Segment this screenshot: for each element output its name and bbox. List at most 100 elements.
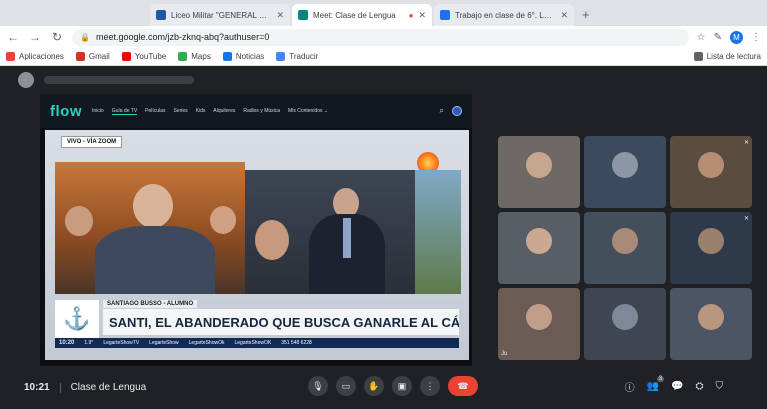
info-button[interactable]: ⓘ bbox=[625, 379, 635, 394]
menu-icon[interactable]: ⋮ bbox=[751, 32, 761, 43]
news-icon bbox=[222, 52, 232, 61]
meeting-clock: 10:21 bbox=[24, 382, 50, 393]
forward-icon[interactable]: → bbox=[28, 30, 42, 44]
bookmark-youtube[interactable]: YouTube bbox=[121, 52, 167, 61]
browser-toolbar: ← → ↻ 🔒 meet.google.com/jzb-zknq-abq?aut… bbox=[0, 26, 767, 48]
bookmark-label: Maps bbox=[191, 52, 211, 61]
presenter-avatar bbox=[18, 72, 34, 88]
address-bar[interactable]: 🔒 meet.google.com/jzb-zknq-abq?authuser=… bbox=[72, 28, 689, 46]
participant-tile[interactable] bbox=[498, 212, 580, 284]
tab-trabajo[interactable]: Trabajo en clase de 6°. LENGU ✕ bbox=[434, 4, 574, 26]
participant-tile[interactable]: Ju bbox=[498, 288, 580, 360]
participant-tile[interactable] bbox=[498, 136, 580, 208]
bookmark-maps[interactable]: Maps bbox=[178, 52, 211, 61]
mic-off-icon: ✕ bbox=[743, 216, 749, 222]
participant-grid: ✕ ✕ Ju bbox=[498, 136, 756, 360]
person-left-head bbox=[65, 206, 93, 236]
activities-button[interactable]: ⛭ bbox=[696, 381, 704, 392]
participant-tile[interactable] bbox=[584, 212, 666, 284]
more-icon: ⋮ bbox=[425, 380, 435, 391]
participant-tile[interactable]: ✕ bbox=[670, 136, 752, 208]
student-head bbox=[133, 184, 173, 228]
bookmark-aplicaciones[interactable]: Aplicaciones bbox=[6, 52, 64, 61]
present-button[interactable]: ▣ bbox=[392, 376, 412, 396]
present-icon: ▣ bbox=[397, 380, 407, 391]
flow-nav-item[interactable]: Guía de TV bbox=[111, 108, 138, 115]
star-icon[interactable]: ☆ bbox=[697, 32, 706, 43]
bookmark-label: Noticias bbox=[235, 52, 265, 61]
close-tab-icon[interactable]: ✕ bbox=[276, 10, 284, 21]
camera-icon: ▭ bbox=[341, 380, 351, 391]
tab-liceo[interactable]: Liceo Militar "GENERAL PAZ": C ✕ bbox=[150, 4, 290, 26]
new-tab-button[interactable]: + bbox=[582, 7, 590, 22]
reload-icon[interactable]: ↻ bbox=[50, 30, 64, 44]
reading-list[interactable]: Lista de lectura bbox=[693, 52, 761, 61]
info-icon: ⓘ bbox=[624, 383, 635, 394]
flow-nav-item[interactable]: Mis Contenidos ⌄ bbox=[288, 108, 328, 115]
flow-actions: ⌕ bbox=[440, 106, 462, 116]
more-options-button[interactable]: ⋮ bbox=[420, 376, 440, 396]
participant-tile[interactable] bbox=[584, 136, 666, 208]
people-button[interactable]: 👥 3 bbox=[647, 376, 665, 392]
bookmark-traducir[interactable]: Traducir bbox=[276, 52, 318, 61]
end-call-button[interactable]: ☎ bbox=[448, 376, 478, 396]
hand-icon: ✋ bbox=[368, 380, 380, 391]
zoom-video-student bbox=[55, 162, 245, 294]
flow-nav-item[interactable]: Series bbox=[173, 108, 187, 115]
mic-button[interactable]: 🎙 bbox=[308, 376, 328, 396]
host-controls-button[interactable]: ⛉ bbox=[716, 381, 724, 392]
participant-name: Ju bbox=[501, 351, 508, 357]
meet-favicon-icon bbox=[298, 10, 308, 20]
flow-nav-item[interactable]: Alquileres bbox=[213, 108, 235, 115]
end-call-icon: ☎ bbox=[457, 380, 469, 391]
profile-avatar[interactable]: M bbox=[730, 30, 743, 44]
flow-nav-item[interactable]: Radios y Música bbox=[243, 108, 280, 115]
participant-tile[interactable] bbox=[584, 288, 666, 360]
flow-nav-item[interactable]: Películas bbox=[145, 108, 165, 115]
chat-button[interactable]: 💬 bbox=[671, 381, 683, 392]
extensions-icon[interactable]: ✎ bbox=[714, 32, 722, 43]
tab-title: Trabajo en clase de 6°. LENGU bbox=[455, 10, 555, 20]
youtube-icon bbox=[121, 52, 131, 61]
toolbar-actions: ☆ ✎ M ⋮ bbox=[697, 30, 761, 44]
bookmarks-bar: Aplicaciones Gmail YouTube Maps Noticias… bbox=[0, 48, 767, 66]
anchor-logo-icon: ⚓ bbox=[55, 300, 99, 338]
bookmark-gmail[interactable]: Gmail bbox=[75, 52, 110, 61]
woman-head bbox=[255, 220, 289, 260]
bookmark-label: YouTube bbox=[134, 52, 167, 61]
back-icon[interactable]: ← bbox=[6, 30, 20, 44]
participant-face bbox=[698, 303, 724, 330]
caption-title: SANTI, EL ABANDERADO QUE BUSCA GANARLE A… bbox=[103, 309, 459, 335]
participant-avatar bbox=[612, 151, 638, 178]
close-tab-icon[interactable]: ✕ bbox=[418, 10, 426, 21]
meet-bottom-bar: 10:21 Clase de Lengua 🎙 ▭ ✋ ▣ ⋮ ☎ ⓘ 👥 3 💬… bbox=[0, 366, 767, 409]
lock-icon[interactable]: 🔒 bbox=[80, 33, 90, 42]
activities-icon: ⛭ bbox=[695, 381, 704, 392]
divider bbox=[59, 382, 61, 393]
tab-meet[interactable]: Meet: Clase de Lengua ● ✕ bbox=[292, 4, 432, 26]
user-icon[interactable] bbox=[452, 106, 462, 116]
lower-third: ⚓ SANTIAGO BUSSO - ALUMNO SANTI, EL ABAN… bbox=[55, 300, 459, 348]
participant-avatar bbox=[612, 303, 638, 330]
ticker-item: LegarteShowOK bbox=[234, 340, 272, 346]
participant-tile[interactable]: ✕ bbox=[670, 212, 752, 284]
outdoor-video bbox=[415, 170, 461, 294]
camera-button[interactable]: ▭ bbox=[336, 376, 356, 396]
host-tie bbox=[343, 218, 351, 258]
participant-tile[interactable] bbox=[670, 288, 752, 360]
gmail-icon bbox=[75, 52, 85, 61]
flow-nav-item[interactable]: Inicio bbox=[92, 108, 104, 115]
flow-nav-item[interactable]: Kids bbox=[196, 108, 206, 115]
bookmark-noticias[interactable]: Noticias bbox=[222, 52, 265, 61]
liceo-favicon-icon bbox=[156, 10, 166, 20]
search-icon[interactable]: ⌕ bbox=[440, 106, 444, 116]
meeting-title: Clase de Lengua bbox=[70, 382, 147, 393]
call-controls: 🎙 ▭ ✋ ▣ ⋮ ☎ bbox=[308, 376, 478, 396]
close-tab-icon[interactable]: ✕ bbox=[560, 10, 568, 21]
ticker-item: LegarteShowTV bbox=[103, 340, 140, 346]
participant-face bbox=[526, 303, 552, 330]
bookmark-label: Traducir bbox=[289, 52, 319, 61]
presenter-name-blurred bbox=[44, 76, 194, 84]
flow-header: flow Inicio Guía de TV Películas Series … bbox=[40, 94, 472, 128]
raise-hand-button[interactable]: ✋ bbox=[364, 376, 384, 396]
